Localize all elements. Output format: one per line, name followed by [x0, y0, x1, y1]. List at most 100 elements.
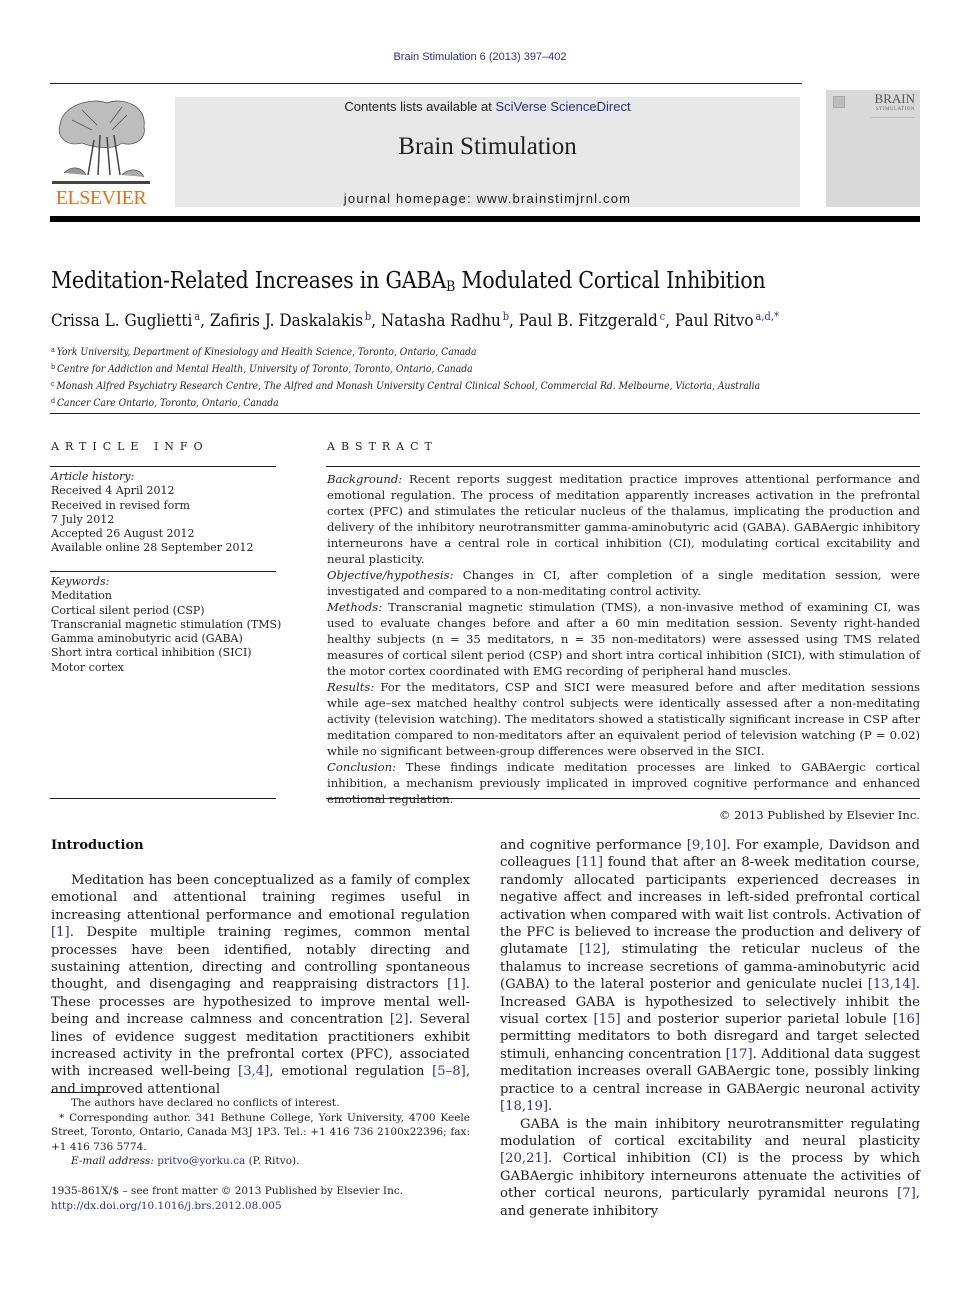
abstract-text: Transcranial magnetic stimulation (TMS),… [327, 600, 920, 678]
affiliation-text: Centre for Addiction and Mental Health, … [56, 364, 473, 375]
separator: , [665, 311, 675, 331]
journal-cover-thumbnail[interactable]: BRAIN STIMULATION [826, 90, 920, 207]
cover-title-2: STIMULATION [875, 107, 915, 112]
abstract-label: Objective/hypothesis: [327, 568, 454, 582]
affiliation-marker[interactable]: a,d,* [755, 310, 778, 323]
header-rule [50, 83, 802, 84]
citation-link[interactable]: [15] [594, 1012, 621, 1027]
article-info-heading: ARTICLE INFO [51, 440, 209, 453]
article-history: Article history: Received 4 April 2012 R… [51, 470, 254, 556]
keyword: Motor cortex [51, 660, 124, 674]
citation-link[interactable]: [3,4] [238, 1064, 269, 1079]
author-list: Crissa L. Guglietti a, Zafiris J. Daskala… [51, 310, 779, 331]
author[interactable]: Paul B. Fitzgerald c, [518, 310, 675, 331]
elsevier-logo[interactable]: ELSEVIER [50, 95, 152, 210]
history-item: Received in revised form [51, 498, 190, 512]
divider [50, 798, 276, 799]
affiliation-key: d [51, 397, 56, 405]
affiliations: a York University, Department of Kinesiol… [51, 343, 760, 411]
affiliation-text: Cancer Care Ontario, Toronto, Ontario, C… [56, 398, 279, 409]
email-suffix: (P. Ritvo). [245, 1155, 300, 1167]
divider [50, 571, 276, 572]
corresponding-author-note: * Corresponding author. 341 Bethune Coll… [51, 1111, 470, 1153]
cover-rule [871, 117, 915, 118]
author-name: Zafiris J. Daskalakis [209, 311, 364, 331]
abstract-label: Background: [327, 472, 403, 486]
conflict-note: The authors have declared no conflicts o… [71, 1097, 340, 1109]
affiliation: a York University, Department of Kinesiol… [51, 343, 760, 360]
affiliation: d Cancer Care Ontario, Toronto, Ontario, … [51, 394, 760, 411]
affiliation: c Monash Alfred Psychiatry Research Centr… [51, 377, 760, 394]
keyword: Short intra cortical inhibition (SICI) [51, 646, 252, 660]
running-head[interactable]: Brain Stimulation 6 (2013) 397–402 [0, 51, 960, 63]
abstract-text: Recent reports suggest meditation practi… [327, 472, 920, 566]
author-name: Natasha Radhu [380, 311, 501, 331]
author[interactable]: Natasha Radhu b, [380, 310, 519, 331]
title-part: Modulated Cortical Inhibition [455, 268, 766, 294]
affiliation: b Centre for Addiction and Mental Health,… [51, 360, 760, 377]
footnote-rule [51, 1092, 111, 1093]
abstract-text: These findings indicate meditation proce… [327, 760, 920, 806]
author[interactable]: Paul Ritvo a,d,* [674, 310, 779, 331]
citation-link[interactable]: [2] [390, 1012, 409, 1027]
author[interactable]: Crissa L. Guglietti a, [51, 310, 210, 331]
affiliation-key: a [51, 346, 55, 354]
email-link[interactable]: pritvo@yorku.ca [157, 1155, 245, 1167]
contents-line: Contents lists available at SciVerse Sci… [175, 99, 800, 114]
citation-link[interactable]: [18,19] [500, 1099, 548, 1114]
title-part: Meditation-Related Increases in GABA [51, 268, 447, 294]
keywords-label: Keywords: [51, 575, 110, 588]
history-item: 7 July 2012 [51, 512, 115, 526]
citation-link[interactable]: [5–8] [432, 1064, 466, 1079]
history-item: Accepted 26 August 2012 [51, 527, 195, 541]
separator: , [200, 311, 210, 331]
citation-link[interactable]: [7] [897, 1186, 916, 1201]
cover-title-1: BRAIN [874, 91, 915, 106]
title-rule [50, 413, 920, 414]
citation-link[interactable]: [17] [726, 1047, 753, 1062]
text: GABA is the main inhibitory neurotransmi… [500, 1116, 920, 1149]
body-column-left: Meditation has been conceptualized as a … [51, 872, 470, 1098]
author[interactable]: Zafiris J. Daskalakis b, [209, 310, 381, 331]
divider [50, 466, 276, 467]
citation-link[interactable]: [16] [893, 1012, 920, 1027]
email-note: E-mail address: pritvo@yorku.ca (P. Ritv… [51, 1154, 470, 1169]
text: , emotional regulation [269, 1064, 433, 1080]
citation-link[interactable]: [20,21] [500, 1151, 548, 1166]
journal-homepage[interactable]: journal homepage: www.brainstimjrnl.com [175, 191, 800, 206]
article-title: Meditation-Related Increases in GABAB Mo… [51, 268, 766, 295]
doi-link[interactable]: http://dx.doi.org/10.1016/j.brs.2012.08.… [51, 1200, 282, 1212]
abstract-label: Methods: [327, 600, 383, 614]
separator: , [509, 311, 519, 331]
author-name: Paul B. Fitzgerald [518, 311, 658, 331]
abstract-label: Results: [327, 680, 375, 694]
abstract-copyright: © 2013 Published by Elsevier Inc. [718, 808, 920, 822]
text: and cognitive performance [500, 838, 687, 853]
text: . [548, 1099, 553, 1115]
citation-link[interactable]: [1] [447, 977, 466, 992]
history-item: Available online 28 September 2012 [51, 541, 254, 555]
footnotes: The authors have declared no conflicts o… [51, 1096, 470, 1169]
body-column-right: and cognitive performance [9,10]. For ex… [500, 837, 920, 1220]
abstract-section: Conclusion: These findings indicate medi… [327, 759, 920, 807]
citation-link[interactable]: [1] [51, 925, 70, 940]
affiliation-text: York University, Department of Kinesiolo… [56, 347, 477, 358]
citation-link[interactable]: [13,14] [868, 977, 916, 992]
abstract-heading: ABSTRACT [327, 440, 438, 453]
keywords: Keywords: Meditation Cortical silent per… [51, 575, 281, 675]
keyword: Gamma aminobutyric acid (GABA) [51, 632, 243, 646]
author-name: Crissa L. Guglietti [51, 311, 193, 331]
separator: , [371, 311, 381, 331]
sciencedirect-link[interactable]: SciVerse ScienceDirect [495, 99, 630, 114]
citation-link[interactable]: [11] [576, 855, 603, 870]
text: . Cortical inhibition (CI) is the proces… [500, 1151, 920, 1202]
citation-link[interactable]: [9,10] [687, 838, 727, 853]
email-label: E-mail address: [71, 1155, 154, 1167]
affiliation-text: Monash Alfred Psychiatry Research Centre… [56, 381, 761, 392]
author-name: Paul Ritvo [674, 311, 754, 331]
abstract-label: Conclusion: [327, 760, 396, 774]
abstract-body: Background: Recent reports suggest medit… [327, 471, 920, 823]
contents-prefix: Contents lists available at [344, 99, 496, 114]
paragraph: and cognitive performance [9,10]. For ex… [500, 837, 920, 1116]
citation-link[interactable]: [12] [579, 942, 606, 957]
